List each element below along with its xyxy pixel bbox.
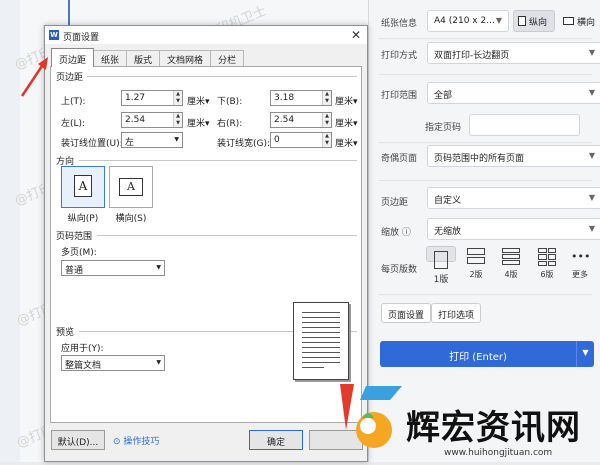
print-button[interactable]: 打印 (Enter) ▼	[380, 341, 594, 367]
gutter-position-label: 装订线位置(U):	[61, 139, 123, 149]
preview-group-label: 预览	[56, 328, 75, 338]
chevron-down-icon: ▼	[156, 359, 161, 366]
per-sheet-more-button[interactable]: ••• 更多	[565, 246, 595, 284]
brand-url: www.huihongjituan.com	[444, 448, 553, 458]
scale-label: 缩放 ⓘ	[381, 228, 411, 238]
unit-dropdown[interactable]: 厘米▾	[187, 116, 210, 129]
gutter-position-select[interactable]: 左 ▼	[121, 132, 183, 148]
unit-dropdown[interactable]: 厘米▾	[335, 94, 358, 107]
landscape-label: 横向(S)	[115, 214, 147, 224]
chevron-down-icon[interactable]: ▼	[576, 341, 594, 367]
per-sheet-4-button[interactable]: 4版	[496, 246, 526, 284]
close-icon[interactable]: ✕	[351, 28, 361, 42]
chevron-down-icon: ▼	[174, 136, 179, 143]
portrait-page-icon: A	[74, 175, 92, 197]
chevron-down-icon: ▼	[156, 264, 161, 271]
four-pages-icon	[502, 248, 520, 266]
margin-label: 页边距	[381, 198, 409, 208]
landscape-button[interactable]: 横向	[559, 10, 600, 32]
gutter-width-input[interactable]: 0 ▲ ▼	[270, 132, 332, 148]
odd-even-label: 奇偶页面	[381, 154, 418, 164]
chevron-down-icon: ▼	[588, 151, 595, 160]
page-range-group-label: 页码范围	[56, 232, 93, 242]
tab-paper[interactable]: 纸张	[93, 50, 128, 66]
chevron-down-icon: ▼	[588, 224, 595, 233]
spinner-arrows-icon[interactable]: ▲ ▼	[322, 133, 331, 147]
portrait-page-icon	[518, 16, 526, 26]
landscape-page-icon: A	[119, 178, 143, 196]
chevron-down-icon: ▼	[588, 48, 595, 57]
portrait-button[interactable]: 纵向	[513, 10, 555, 32]
ok-button[interactable]: 确定	[249, 430, 303, 450]
six-pages-icon	[538, 248, 556, 266]
dialog-titlebar: W 页面设置 ✕	[45, 26, 367, 44]
spinner-arrows-icon[interactable]: ▲ ▼	[173, 91, 182, 105]
bottom-margin-label: 下(B):	[217, 97, 243, 107]
page-preview	[293, 302, 349, 380]
tips-link[interactable]: ⊙ 操作技巧	[113, 434, 159, 447]
top-margin-input[interactable]: 1.27 ▲ ▼	[121, 90, 183, 106]
right-margin-input[interactable]: 2.54 ▲ ▼	[270, 112, 332, 128]
brand-logo: 辉宏资讯网 www.huihongjituan.com	[332, 378, 600, 462]
portrait-option[interactable]: A	[61, 166, 105, 208]
brand-text: 辉宏资讯网	[406, 408, 581, 448]
apply-to-label: 应用于(Y):	[61, 344, 104, 354]
page-numbers-input[interactable]	[469, 114, 580, 136]
tab-doc-grid[interactable]: 文档网格	[159, 50, 212, 66]
per-sheet-2-button[interactable]: 2版	[461, 246, 491, 284]
portrait-label: 纵向(P)	[67, 214, 99, 224]
per-sheet-1-button[interactable]: 1版	[426, 246, 456, 285]
multi-pages-label: 多页(M):	[61, 248, 97, 258]
page-setup-button[interactable]: 页面设置	[381, 303, 432, 323]
spinner-arrows-icon[interactable]: ▲ ▼	[322, 113, 331, 127]
tab-columns[interactable]: 分栏	[210, 50, 245, 66]
spinner-arrows-icon[interactable]: ▲ ▼	[322, 91, 331, 105]
gutter-width-label: 装订线宽(G):	[217, 139, 271, 149]
range-label: 打印范围	[381, 91, 418, 101]
print-method-select[interactable]: 双面打印-长边翻页 ▼	[427, 42, 600, 64]
odd-even-select[interactable]: 页码范围中的所有页面 ▼	[427, 145, 600, 167]
landscape-page-icon	[563, 17, 574, 25]
wps-writer-icon: W	[49, 30, 59, 40]
method-label: 打印方式	[381, 51, 418, 61]
paper-label: 纸张信息	[381, 19, 418, 29]
chevron-down-icon: ▼	[588, 88, 595, 97]
tab-margins[interactable]: 页边距	[51, 48, 95, 67]
scale-select[interactable]: 无缩放 ▼	[427, 218, 600, 240]
per-sheet-label: 每页版数	[381, 265, 418, 275]
more-dots-icon: •••	[571, 250, 591, 263]
unit-dropdown[interactable]: 厘米▾	[335, 116, 358, 129]
chevron-down-icon: ▼	[588, 193, 595, 202]
paper-select[interactable]: A4 (210 x 2... ▼	[427, 10, 509, 32]
chevron-down-icon: ▼	[495, 16, 502, 25]
margins-group-label: 页边距	[56, 73, 84, 83]
brand-emblem	[340, 384, 402, 448]
play-circle-icon: ⊙	[113, 437, 121, 447]
apply-to-select[interactable]: 整篇文档 ▼	[61, 355, 165, 371]
pages-label: 指定页码	[425, 123, 462, 133]
left-margin-label: 左(L):	[61, 119, 86, 129]
left-margin-input[interactable]: 2.54 ▲ ▼	[121, 112, 183, 128]
two-pages-icon	[467, 248, 485, 266]
landscape-option[interactable]: A	[109, 166, 153, 208]
bottom-margin-input[interactable]: 3.18 ▲ ▼	[270, 90, 332, 106]
dialog-tabs: 页边距 纸张 版式 文档网格 分栏	[51, 48, 245, 67]
top-margin-label: 上(T):	[61, 97, 86, 107]
one-page-icon	[434, 251, 448, 269]
margin-select[interactable]: 自定义 ▼	[427, 187, 600, 209]
print-options-button[interactable]: 打印选项	[431, 303, 482, 323]
multi-pages-select[interactable]: 普通 ▼	[61, 260, 165, 276]
default-button[interactable]: 默认(D)...	[51, 430, 105, 450]
print-range-select[interactable]: 全部 ▼	[427, 82, 600, 104]
per-sheet-6-button[interactable]: 6版	[532, 246, 562, 284]
unit-dropdown[interactable]: 厘米▾	[335, 136, 358, 149]
spinner-arrows-icon[interactable]: ▲ ▼	[173, 113, 182, 127]
unit-dropdown[interactable]: 厘米▾	[187, 94, 210, 107]
tab-layout[interactable]: 版式	[126, 50, 161, 66]
dialog-title: 页面设置	[63, 33, 100, 43]
right-margin-label: 右(R):	[217, 119, 243, 129]
page-setup-dialog: W 页面设置 ✕ 页边距 纸张 版式 文档网格 分栏 页边距 上(T): 1.2…	[44, 25, 368, 462]
